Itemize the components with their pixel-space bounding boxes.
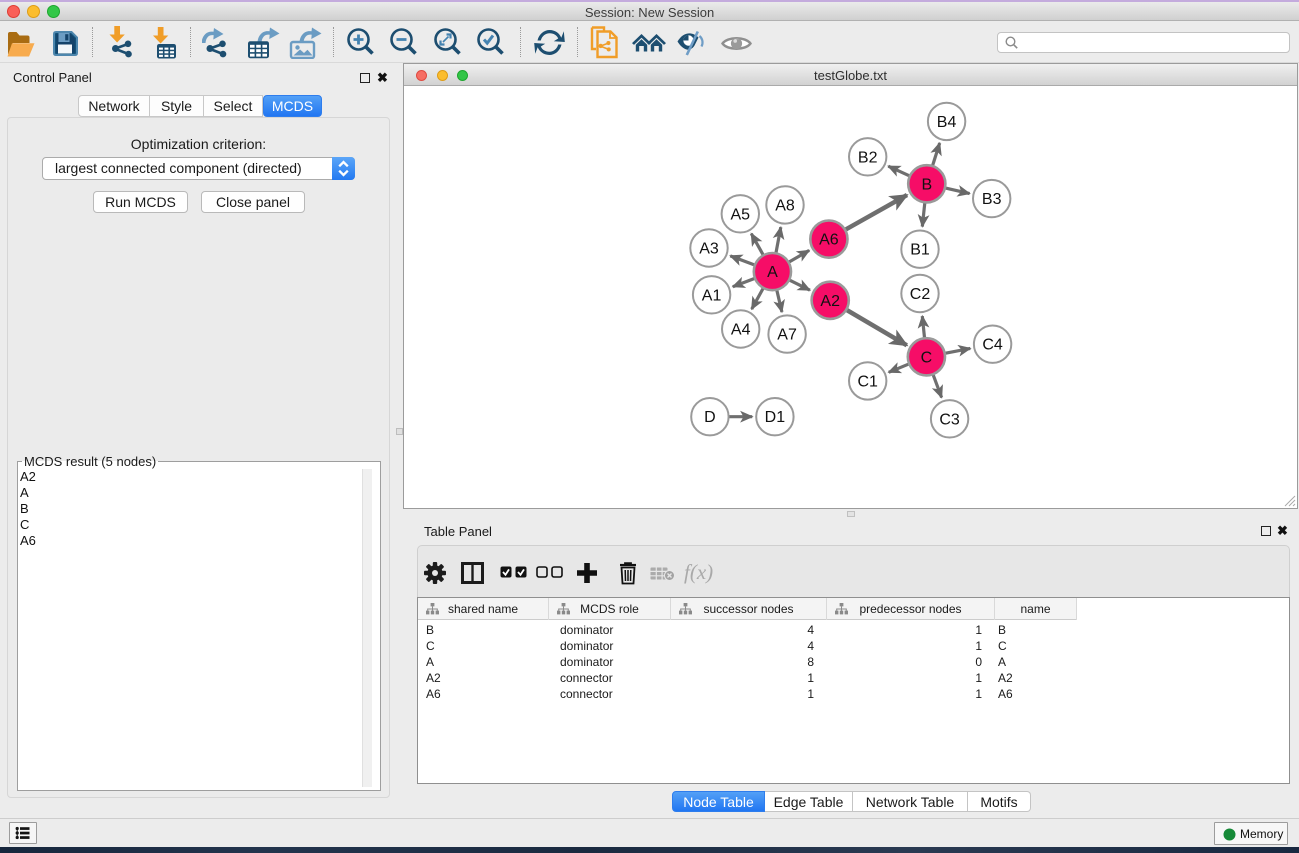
svg-text:A4: A4 [731, 322, 751, 339]
svg-text:B3: B3 [982, 191, 1002, 208]
svg-text:A8: A8 [775, 197, 795, 214]
svg-text:A7: A7 [777, 327, 797, 344]
svg-text:B: B [921, 176, 932, 193]
svg-text:C: C [921, 349, 933, 366]
svg-text:A: A [767, 264, 778, 281]
svg-text:A1: A1 [702, 287, 722, 304]
svg-text:D1: D1 [765, 409, 786, 426]
svg-text:C2: C2 [910, 286, 931, 303]
svg-text:C1: C1 [857, 373, 878, 390]
svg-text:B4: B4 [937, 114, 957, 131]
svg-text:B2: B2 [858, 149, 878, 166]
svg-text:C3: C3 [939, 411, 960, 428]
svg-text:B1: B1 [910, 242, 930, 259]
svg-text:A6: A6 [819, 232, 839, 249]
svg-text:C4: C4 [982, 337, 1003, 354]
svg-text:A2: A2 [820, 293, 840, 310]
svg-text:A3: A3 [699, 241, 719, 258]
svg-text:A5: A5 [731, 206, 751, 223]
svg-text:D: D [704, 409, 716, 426]
